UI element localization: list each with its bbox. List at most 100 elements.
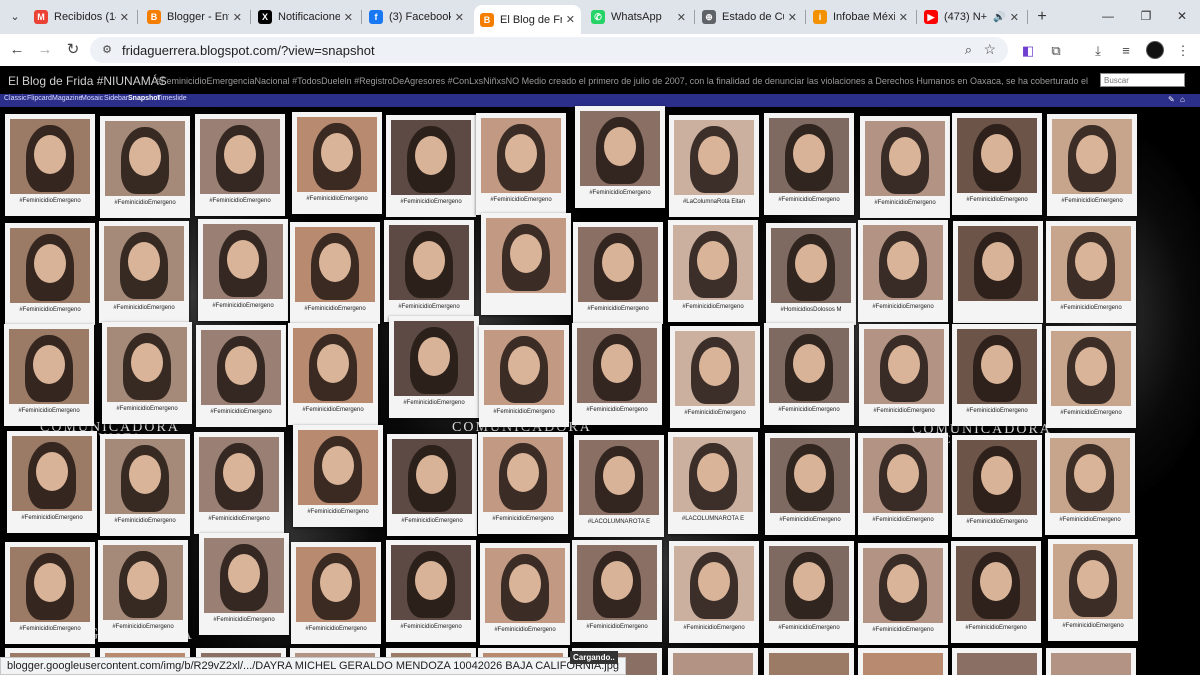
post-caption[interactable] (958, 301, 1038, 305)
snapshot-card[interactable]: #FeminicidioEmergeno (573, 222, 663, 324)
post-thumbnail[interactable] (956, 546, 1036, 621)
post-caption[interactable]: #FeminicidioEmergeno (865, 196, 945, 206)
snapshot-card[interactable]: #FeminicidioEmergeno (5, 223, 95, 325)
post-thumbnail[interactable] (105, 439, 185, 514)
bookmark-star-icon[interactable]: ☆ (983, 41, 996, 58)
post-thumbnail[interactable] (578, 227, 658, 302)
snapshot-card-partial[interactable] (858, 648, 948, 675)
snapshot-card[interactable]: #FeminicidioEmergeno (858, 433, 948, 535)
media-controls-icon[interactable]: ≡ (1117, 42, 1135, 60)
post-thumbnail[interactable] (863, 548, 943, 623)
snapshot-card[interactable]: #FeminicidioEmergeno (100, 434, 190, 536)
post-caption[interactable]: #FeminicidioEmergeno (1052, 194, 1132, 204)
post-thumbnail[interactable] (577, 328, 657, 403)
site-info-icon[interactable]: ⚙ (100, 43, 114, 57)
post-thumbnail[interactable] (673, 225, 753, 300)
post-thumbnail[interactable] (484, 330, 564, 405)
snapshot-card[interactable]: #FeminicidioEmergeno (1048, 539, 1138, 641)
extension-icon[interactable]: ◧ (1019, 42, 1037, 60)
view-link-magazine[interactable]: Magazine (52, 95, 82, 102)
post-caption[interactable]: #FeminicidioEmergeno (957, 193, 1037, 203)
post-caption[interactable]: #FeminicidioEmergeno (864, 404, 944, 414)
snapshot-card[interactable]: #FeminicidioEmergeno (292, 112, 382, 214)
tab-6[interactable]: ⊕ Estado de Cu ✕ (696, 5, 803, 29)
post-caption[interactable]: #FeminicidioEmergeno (296, 622, 376, 632)
post-caption[interactable] (486, 293, 566, 297)
post-thumbnail[interactable] (580, 111, 660, 186)
post-caption[interactable]: #FeminicidioEmergeno (391, 620, 471, 630)
close-tab-icon[interactable]: ✕ (1010, 11, 1019, 24)
post-caption[interactable]: #FeminicidioEmergeno (769, 621, 849, 631)
post-thumbnail[interactable] (293, 328, 373, 403)
post-caption[interactable]: #FeminicidioEmergeno (1051, 301, 1131, 311)
snapshot-card[interactable]: #FeminicidioEmergeno (291, 542, 381, 644)
post-caption[interactable]: #FeminicidioEmergeno (481, 193, 561, 203)
post-thumbnail[interactable] (864, 329, 944, 404)
snapshot-card[interactable]: #LaColumnaRota Eitan (669, 115, 759, 217)
post-thumbnail[interactable] (9, 329, 89, 404)
post-caption[interactable]: #FeminicidioEmergeno (674, 621, 754, 631)
post-thumbnail[interactable] (1051, 331, 1131, 406)
snapshot-card-partial[interactable] (764, 648, 854, 675)
post-caption[interactable]: #FeminicidioEmergeno (200, 194, 280, 204)
address-bar[interactable]: ⚙ fridaguerrera.blogspot.com/?view=snaps… (90, 37, 1008, 63)
snapshot-card[interactable]: #FeminicidioEmergeno (572, 323, 662, 425)
download-icon[interactable]: ⤓ (1089, 42, 1107, 60)
close-tab-icon[interactable]: ✕ (677, 11, 686, 24)
post-thumbnail[interactable] (673, 437, 753, 512)
post-thumbnail[interactable] (392, 439, 472, 514)
post-thumbnail[interactable] (957, 329, 1037, 404)
snapshot-card[interactable]: #FeminicidioEmergeno (386, 115, 476, 217)
minimize-button[interactable]: — (1096, 6, 1120, 26)
view-link-flipcard[interactable]: Flipcard (27, 95, 52, 102)
snapshot-card[interactable]: #FeminicidioEmergeno (572, 540, 662, 642)
post-thumbnail[interactable] (200, 119, 280, 194)
post-caption[interactable]: #FeminicidioEmergeno (394, 396, 474, 406)
snapshot-card[interactable]: #FeminicidioEmergeno (480, 543, 570, 645)
snapshot-card[interactable]: #FeminicidioEmergeno (1047, 114, 1137, 216)
tab-3[interactable]: f (3) Facebook ✕ (363, 5, 470, 29)
snapshot-card[interactable]: #LACOLUMNAROTA E (574, 435, 664, 537)
zoom-icon[interactable]: ⌕ (965, 42, 972, 58)
post-thumbnail[interactable] (10, 228, 90, 303)
close-tab-icon[interactable]: ✕ (455, 11, 464, 24)
post-caption[interactable]: #HomicidiosDolosos M (771, 303, 851, 313)
snapshot-card[interactable]: #FeminicidioEmergeno (288, 323, 378, 425)
snapshot-card[interactable]: #FeminicidioEmergeno (479, 325, 569, 427)
snapshot-card[interactable]: #FeminicidioEmergeno (951, 541, 1041, 643)
post-thumbnail[interactable] (295, 227, 375, 302)
edit-pencil-icon[interactable]: ✎ (1168, 95, 1175, 104)
view-link-snapshot[interactable]: Snapshot (128, 95, 160, 102)
post-thumbnail[interactable] (394, 321, 474, 396)
snapshot-card[interactable]: #FeminicidioEmergeno (5, 542, 95, 644)
snapshot-card[interactable]: #FeminicidioEmergeno (952, 324, 1042, 426)
post-caption[interactable]: #FeminicidioEmergeno (391, 195, 471, 205)
snapshot-card[interactable]: #FeminicidioEmergeno (668, 220, 758, 322)
snapshot-card[interactable]: #FeminicidioEmergeno (98, 540, 188, 642)
view-link-classic[interactable]: Classic (4, 95, 27, 102)
view-link-sidebar[interactable]: Sidebar (104, 95, 128, 102)
close-tab-icon[interactable]: ✕ (120, 11, 129, 24)
snapshot-card[interactable] (953, 221, 1043, 323)
post-caption[interactable]: #FeminicidioEmergeno (1051, 406, 1131, 416)
post-thumbnail[interactable] (1051, 653, 1131, 675)
post-thumbnail[interactable] (771, 228, 851, 303)
post-caption[interactable]: #FeminicidioEmergeno (863, 513, 943, 523)
post-caption[interactable]: #FeminicidioEmergeno (675, 406, 755, 416)
back-arrow-icon[interactable]: ← (7, 40, 27, 60)
snapshot-card[interactable]: #FeminicidioEmergeno (1045, 433, 1135, 535)
snapshot-card[interactable]: #FeminicidioEmergeno (858, 543, 948, 645)
snapshot-card[interactable]: #FeminicidioEmergeno (7, 431, 97, 533)
post-thumbnail[interactable] (483, 437, 563, 512)
post-caption[interactable]: #FeminicidioEmergeno (293, 403, 373, 413)
post-thumbnail[interactable] (297, 117, 377, 192)
post-thumbnail[interactable] (201, 330, 281, 405)
post-caption[interactable]: #FeminicidioEmergeno (769, 193, 849, 203)
post-caption[interactable]: #FeminicidioEmergeno (10, 622, 90, 632)
menu-kebab-icon[interactable]: ⋮ (1174, 42, 1192, 60)
snapshot-card[interactable]: #FeminicidioEmergeno (196, 325, 286, 427)
post-caption[interactable]: #FeminicidioEmergeno (199, 512, 279, 522)
post-thumbnail[interactable] (957, 653, 1037, 675)
post-caption[interactable]: #FeminicidioEmergeno (10, 303, 90, 313)
close-tab-icon[interactable]: ✕ (344, 11, 353, 24)
